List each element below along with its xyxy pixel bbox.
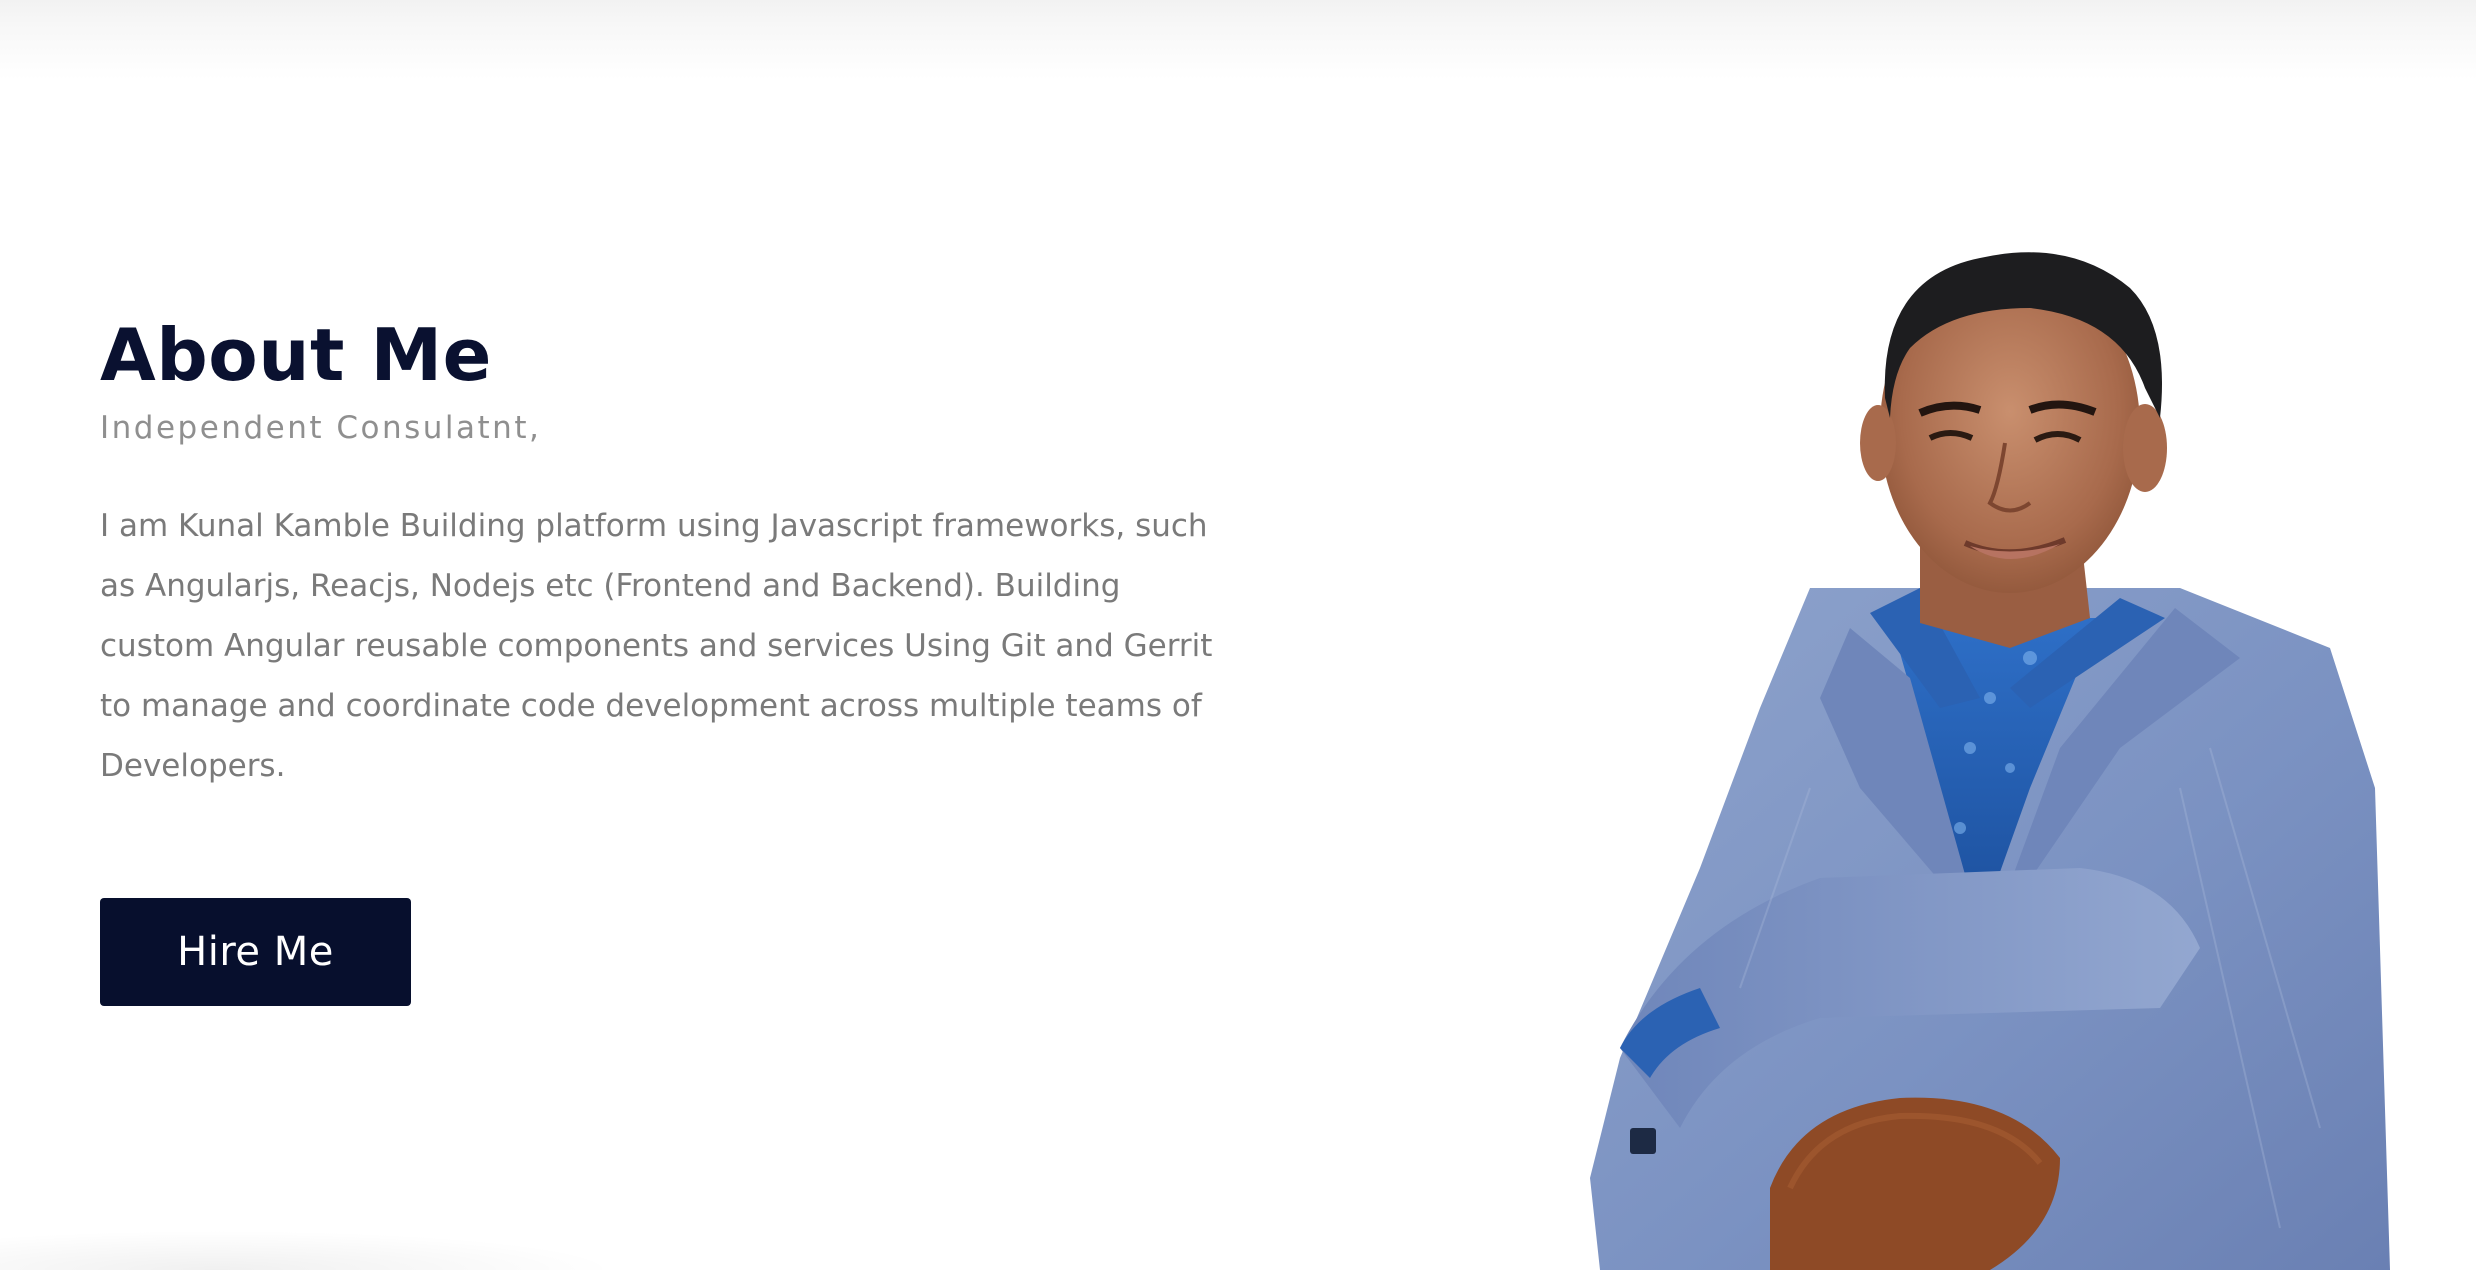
- portrait-photo: [1560, 228, 2390, 1270]
- hire-me-button[interactable]: Hire Me: [100, 898, 411, 1006]
- about-title: About Me: [100, 313, 492, 397]
- top-header-shadow: [0, 0, 2476, 80]
- about-description: I am Kunal Kamble Building platform usin…: [100, 508, 1213, 784]
- bottom-shadow: [0, 1230, 620, 1270]
- about-subtitle: Independent Consulatnt,: [100, 410, 542, 446]
- about-section: About Me Independent Consulatnt, I am Ku…: [100, 310, 1220, 1006]
